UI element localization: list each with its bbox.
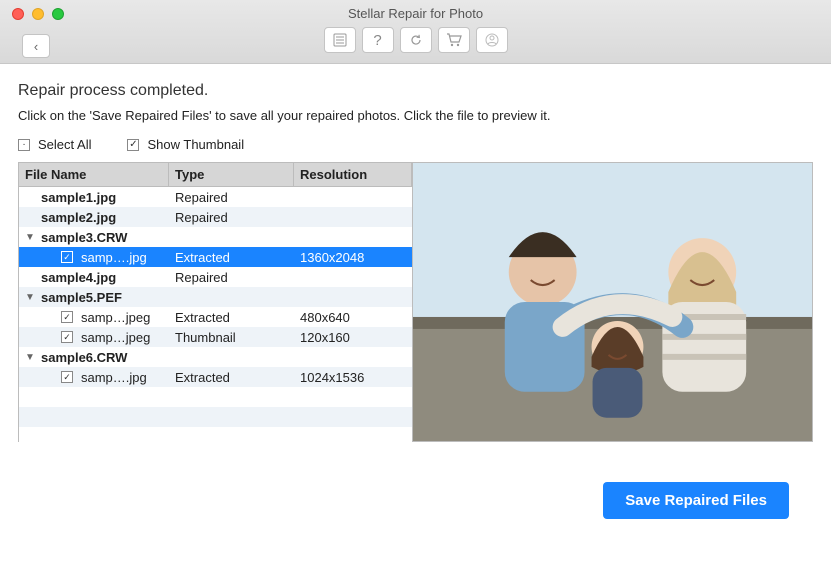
refresh-button[interactable] <box>400 27 432 53</box>
table-row[interactable]: ▼sample6.CRW <box>19 347 412 367</box>
preview-pane[interactable] <box>413 162 813 442</box>
preview-image <box>413 163 812 441</box>
row-checkbox[interactable]: ✓ <box>61 371 73 383</box>
list-button[interactable] <box>324 27 356 53</box>
header-res[interactable]: Resolution <box>294 163 412 186</box>
table-row[interactable]: sample2.jpgRepaired <box>19 207 412 227</box>
chevron-down-icon[interactable]: ▼ <box>25 232 37 243</box>
table-header: File Name Type Resolution <box>19 163 412 187</box>
chevron-left-icon: ‹ <box>34 39 38 54</box>
main-row: File Name Type Resolution sample1.jpgRep… <box>18 162 813 442</box>
page-subtitle: Click on the 'Save Repaired Files' to sa… <box>18 108 813 123</box>
user-button[interactable] <box>476 27 508 53</box>
row-checkbox[interactable]: ✓ <box>61 251 73 263</box>
select-all-option[interactable]: · Select All <box>18 137 91 152</box>
chevron-down-icon[interactable]: ▼ <box>25 352 37 363</box>
help-icon: ? <box>373 32 381 49</box>
close-icon[interactable] <box>12 8 24 20</box>
cart-icon <box>446 33 462 47</box>
cart-button[interactable] <box>438 27 470 53</box>
select-all-checkbox[interactable]: · <box>18 139 30 151</box>
header-file[interactable]: File Name <box>19 163 169 186</box>
refresh-icon <box>409 33 423 47</box>
page-title: Repair process completed. <box>18 82 813 100</box>
list-icon <box>333 33 347 47</box>
options-row: · Select All ✓ Show Thumbnail <box>18 137 813 152</box>
table-row[interactable]: sample1.jpgRepaired <box>19 187 412 207</box>
table-row[interactable] <box>19 427 412 447</box>
help-button[interactable]: ? <box>362 27 394 53</box>
minimize-icon[interactable] <box>32 8 44 20</box>
toolbar: ? <box>0 27 831 53</box>
show-thumbnail-label: Show Thumbnail <box>147 137 244 152</box>
titlebar: Stellar Repair for Photo ‹ ? <box>0 0 831 64</box>
user-icon <box>485 33 499 47</box>
table-row[interactable] <box>19 387 412 407</box>
window-title: Stellar Repair for Photo <box>0 0 831 21</box>
header-type[interactable]: Type <box>169 163 294 186</box>
table-row[interactable]: ✓samp….jpgExtracted1024x1536 <box>19 367 412 387</box>
save-repaired-files-button[interactable]: Save Repaired Files <box>603 482 789 519</box>
show-thumbnail-checkbox[interactable]: ✓ <box>127 139 139 151</box>
table-body: sample1.jpgRepairedsample2.jpgRepaired▼s… <box>19 187 412 447</box>
table-row[interactable] <box>19 407 412 427</box>
table-row[interactable]: sample4.jpgRepaired <box>19 267 412 287</box>
row-checkbox[interactable]: ✓ <box>61 331 73 343</box>
table-row[interactable]: ✓samp…jpegThumbnail120x160 <box>19 327 412 347</box>
window-controls <box>12 8 64 20</box>
select-all-label: Select All <box>38 137 91 152</box>
show-thumbnail-option[interactable]: ✓ Show Thumbnail <box>127 137 244 152</box>
table-row[interactable]: ▼sample5.PEF <box>19 287 412 307</box>
footer: Save Repaired Files <box>18 442 813 519</box>
zoom-icon[interactable] <box>52 8 64 20</box>
table-row[interactable]: ✓samp….jpgExtracted1360x2048 <box>19 247 412 267</box>
file-table: File Name Type Resolution sample1.jpgRep… <box>18 162 413 442</box>
back-button[interactable]: ‹ <box>22 34 50 58</box>
table-row[interactable]: ✓samp…jpegExtracted480x640 <box>19 307 412 327</box>
table-row[interactable]: ▼sample3.CRW <box>19 227 412 247</box>
row-checkbox[interactable]: ✓ <box>61 311 73 323</box>
content: Repair process completed. Click on the '… <box>0 64 831 519</box>
chevron-down-icon[interactable]: ▼ <box>25 292 37 303</box>
